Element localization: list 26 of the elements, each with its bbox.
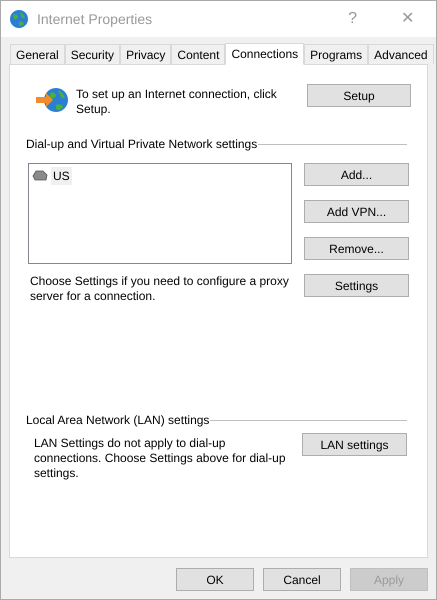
action-button[interactable]: Add VPN... [304, 200, 409, 223]
dialog-button[interactable]: OK [176, 568, 254, 591]
action-button[interactable]: Remove... [304, 237, 409, 260]
tab[interactable]: Connections [225, 43, 304, 65]
section-heading: Dial-up and Virtual Private Network settings [26, 136, 258, 153]
window-title: Internet Properties [37, 10, 152, 29]
globe-icon [9, 9, 29, 29]
modem-icon [32, 170, 48, 182]
connection-item[interactable]: US [51, 167, 72, 185]
globe-arrow-icon [34, 85, 70, 115]
tab[interactable]: Security [64, 44, 120, 64]
setup-button[interactable]: Setup [307, 84, 411, 107]
tab[interactable]: Programs [304, 44, 368, 64]
setup-description: To set up an Internet connection, click Setup. [76, 87, 278, 117]
proxy-description: Choose Settings if you need to configure a proxy server for a connection. [30, 274, 290, 304]
section-heading: Local Area Network (LAN) settings [26, 412, 210, 429]
lan-description: LAN Settings do not apply to dial-up connections. Choose Settings above for dial-up settings. [34, 436, 286, 481]
settings-button[interactable]: Settings [304, 274, 409, 297]
tab[interactable]: Content [171, 44, 226, 64]
action-button[interactable]: Add... [304, 163, 409, 186]
tab[interactable]: Privacy [120, 44, 172, 64]
lan-settings-button[interactable]: LAN settings [302, 433, 407, 456]
tab[interactable]: General [10, 44, 65, 64]
connection-list[interactable]: US [28, 163, 292, 264]
dialog-button[interactable]: Cancel [263, 568, 341, 591]
tab[interactable]: Advanced [368, 44, 434, 64]
